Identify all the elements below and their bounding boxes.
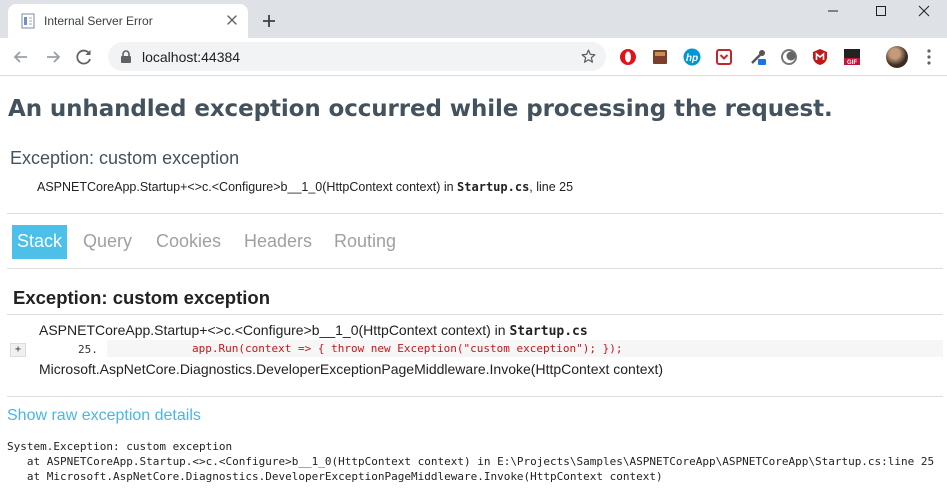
- show-raw-exception-link[interactable]: Show raw exception details: [7, 407, 201, 425]
- tab-title: Internal Server Error: [44, 14, 153, 28]
- error-page: An unhandled exception occurred while pr…: [0, 76, 947, 491]
- book-extension-icon[interactable]: [650, 47, 670, 67]
- source-code: app.Run(context => { throw new Exception…: [192, 342, 623, 355]
- eyedropper-extension-icon[interactable]: [748, 47, 768, 67]
- stack-frame: ASPNETCoreApp.Startup+<>c.<Configure>b__…: [7, 314, 943, 377]
- window-close-button[interactable]: [901, 0, 947, 22]
- divider: [7, 213, 943, 214]
- moon-extension-icon[interactable]: [779, 47, 799, 67]
- browser-tab[interactable]: Internal Server Error: [8, 4, 248, 38]
- plus-icon[interactable]: [258, 10, 280, 32]
- pocket-extension-icon[interactable]: [714, 47, 734, 67]
- opera-extension-icon[interactable]: [618, 47, 638, 67]
- svg-text:GIF: GIF: [847, 60, 857, 66]
- document-favicon-icon: [21, 13, 35, 29]
- tab-headers[interactable]: Headers: [244, 225, 312, 259]
- line-number: 25.: [78, 343, 98, 356]
- mcafee-extension-icon[interactable]: [810, 47, 830, 67]
- expand-source-button[interactable]: +: [10, 343, 26, 357]
- tab-strip: Internal Server Error: [0, 0, 947, 38]
- raw-line: at ASPNETCoreApp.Startup.<>c.<Configure>…: [7, 455, 935, 468]
- tab-stack[interactable]: Stack: [12, 225, 68, 259]
- frame-method-text: ASPNETCoreApp.Startup+<>c.<Configure>b__…: [39, 322, 510, 338]
- raw-line: at Microsoft.AspNetCore.Diagnostics.Deve…: [7, 470, 663, 483]
- divider: [7, 268, 943, 269]
- hp-extension-icon[interactable]: hp: [682, 47, 702, 67]
- kebab-menu-icon[interactable]: [922, 48, 936, 66]
- browser-toolbar: localhost:44384 hp GIF: [0, 38, 947, 76]
- source-line: app.Run(context => { throw new Exception…: [107, 340, 943, 357]
- lock-icon[interactable]: [120, 50, 132, 64]
- frame-file: Startup.cs: [509, 324, 588, 339]
- url-text: localhost:44384: [142, 49, 241, 65]
- svg-text:hp: hp: [686, 53, 698, 64]
- maximize-button[interactable]: [858, 0, 904, 22]
- divider: [7, 396, 943, 397]
- frame-method-2: Microsoft.AspNetCore.Diagnostics.Develop…: [39, 361, 664, 377]
- window-close-icon: [918, 5, 930, 17]
- location-line: , line 25: [529, 180, 574, 194]
- raw-line: System.Exception: custom exception: [7, 440, 233, 453]
- page-title: An unhandled exception occurred while pr…: [8, 96, 833, 122]
- raw-exception-text: System.Exception: custom exception at AS…: [7, 439, 947, 484]
- frame-method: ASPNETCoreApp.Startup+<>c.<Configure>b__…: [39, 322, 588, 339]
- minimize-icon: [828, 10, 838, 12]
- minimize-button[interactable]: [810, 0, 856, 22]
- location-file: Startup.cs: [457, 180, 530, 194]
- exception-title: Exception: custom exception: [10, 148, 240, 168]
- star-icon[interactable]: [580, 48, 597, 65]
- profile-avatar[interactable]: [886, 46, 908, 68]
- forward-arrow-icon[interactable]: [42, 46, 64, 68]
- tab-routing[interactable]: Routing: [334, 225, 396, 259]
- location-method: ASPNETCoreApp.Startup+<>c.<Configure>b__…: [37, 180, 458, 194]
- maximize-icon: [876, 6, 886, 16]
- stack-exception-title: Exception: custom exception: [13, 287, 270, 308]
- reload-icon[interactable]: [73, 46, 95, 68]
- back-arrow-icon[interactable]: [10, 46, 32, 68]
- close-icon[interactable]: [225, 13, 239, 27]
- exception-location: ASPNETCoreApp.Startup+<>c.<Configure>b__…: [37, 180, 573, 194]
- address-bar[interactable]: localhost:44384: [108, 42, 606, 71]
- tab-query[interactable]: Query: [83, 225, 132, 259]
- gif-extension-icon[interactable]: GIF: [842, 47, 862, 67]
- tab-cookies[interactable]: Cookies: [156, 225, 221, 259]
